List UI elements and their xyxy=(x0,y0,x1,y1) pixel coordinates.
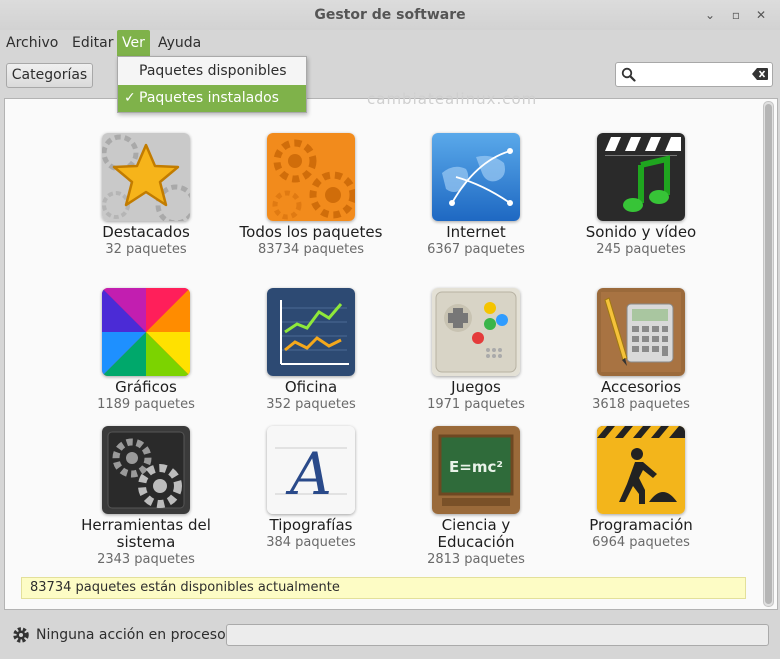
category-ciencia[interactable]: E=mc² Ciencia y Educación 2813 paquetes xyxy=(401,426,551,568)
menu-archivo[interactable]: Archivo xyxy=(1,30,63,56)
category-programacion[interactable]: Programación 6964 paquetes xyxy=(566,426,716,551)
color-wheel-icon xyxy=(102,288,190,376)
construction-icon xyxy=(597,426,685,514)
category-oficina[interactable]: Oficina 352 paquetes xyxy=(236,288,386,413)
category-sonido-video[interactable]: Sonido y vídeo 245 paquetes xyxy=(566,133,716,258)
category-name: Juegos xyxy=(451,378,501,396)
category-internet[interactable]: Internet 6367 paquetes xyxy=(401,133,551,258)
menu-ver[interactable]: Ver xyxy=(117,30,150,56)
categories-panel: Destacados 32 paquetes Todos los paquete… xyxy=(4,98,778,610)
menu-item-label: Paquetes disponibles xyxy=(139,63,287,79)
category-name: Gráficos xyxy=(115,378,177,396)
gears-icon xyxy=(267,133,355,221)
bottom-bar: Ninguna acción en proceso xyxy=(0,618,780,659)
category-count: 384 paquetes xyxy=(266,535,356,550)
globe-icon xyxy=(432,133,520,221)
menu-item-paquetes-disponibles[interactable]: Paquetes disponibles xyxy=(118,58,306,85)
category-count: 3618 paquetes xyxy=(592,397,690,412)
category-count: 2343 paquetes xyxy=(97,552,195,567)
scrollbar-thumb[interactable] xyxy=(765,104,772,604)
category-name: Internet xyxy=(446,223,506,241)
category-count: 6964 paquetes xyxy=(592,535,690,550)
watermark-text: cambiatealinux.com xyxy=(367,90,538,108)
title-bar: Gestor de software ⌄ ▫ ✕ xyxy=(0,0,780,30)
category-count: 83734 paquetes xyxy=(257,242,365,257)
category-name: Accesorios xyxy=(600,378,682,396)
gear-icon xyxy=(13,627,29,643)
vertical-scrollbar[interactable] xyxy=(763,101,774,607)
search-input[interactable] xyxy=(640,66,746,83)
category-count: 1971 paquetes xyxy=(427,397,525,412)
status-message: 83734 paquetes están disponibles actualm… xyxy=(21,577,746,599)
categories-button[interactable]: Categorías xyxy=(6,63,93,88)
category-count: 2813 paquetes xyxy=(427,552,525,567)
category-count: 245 paquetes xyxy=(596,242,686,257)
gamepad-icon xyxy=(432,288,520,376)
category-name: Destacados xyxy=(102,223,190,241)
category-name: Oficina xyxy=(284,378,338,396)
category-count: 6367 paquetes xyxy=(427,242,525,257)
category-tipografias[interactable]: A Tipografías 384 paquetes xyxy=(236,426,386,551)
maximize-icon[interactable]: ▫ xyxy=(727,6,745,24)
category-count: 32 paquetes xyxy=(105,242,187,257)
progress-bar xyxy=(226,624,769,646)
category-accesorios[interactable]: Accesorios 3618 paquetes xyxy=(566,288,716,413)
category-count: 352 paquetes xyxy=(266,397,356,412)
svg-text:A: A xyxy=(285,440,332,508)
category-name: Programación xyxy=(589,516,693,534)
category-graficos[interactable]: Gráficos 1189 paquetes xyxy=(71,288,221,413)
menu-bar: Archivo Editar Ver Ayuda xyxy=(0,30,780,56)
category-juegos[interactable]: Juegos 1971 paquetes xyxy=(401,288,551,413)
system-gear-icon xyxy=(102,426,190,514)
menu-item-label: Paquetes instalados xyxy=(139,90,279,106)
category-todos[interactable]: Todos los paquetes 83734 paquetes xyxy=(236,133,386,258)
category-destacados[interactable]: Destacados 32 paquetes xyxy=(71,133,221,258)
category-count: 1189 paquetes xyxy=(97,397,195,412)
ver-dropdown: Paquetes disponibles ✓ Paquetes instalad… xyxy=(117,56,307,113)
menu-editar[interactable]: Editar xyxy=(67,30,118,56)
window-title: Gestor de software xyxy=(314,7,466,23)
font-icon: A xyxy=(267,426,355,514)
menu-ayuda[interactable]: Ayuda xyxy=(153,30,206,56)
category-herramientas[interactable]: Herramientas del sistema 2343 paquetes xyxy=(71,426,221,568)
clapperboard-music-icon xyxy=(597,133,685,221)
category-name: Ciencia y Educación xyxy=(437,516,515,551)
clear-icon[interactable] xyxy=(752,68,768,80)
check-icon: ✓ xyxy=(124,90,136,106)
search-icon[interactable] xyxy=(621,67,636,82)
process-status-text: Ninguna acción en proceso xyxy=(36,627,226,643)
svg-text:E=mc²: E=mc² xyxy=(449,458,503,476)
category-name: Sonido y vídeo xyxy=(585,223,697,241)
search-box xyxy=(615,62,773,87)
category-name: Todos los paquetes xyxy=(239,223,383,241)
close-icon[interactable]: ✕ xyxy=(752,6,770,24)
minimize-icon[interactable]: ⌄ xyxy=(701,6,719,24)
chart-icon xyxy=(267,288,355,376)
calculator-icon xyxy=(597,288,685,376)
star-icon xyxy=(102,133,190,221)
menu-item-paquetes-instalados[interactable]: ✓ Paquetes instalados xyxy=(118,85,306,112)
category-name: Herramientas del sistema xyxy=(81,516,211,551)
chalkboard-icon: E=mc² xyxy=(432,426,520,514)
category-name: Tipografías xyxy=(269,516,353,534)
